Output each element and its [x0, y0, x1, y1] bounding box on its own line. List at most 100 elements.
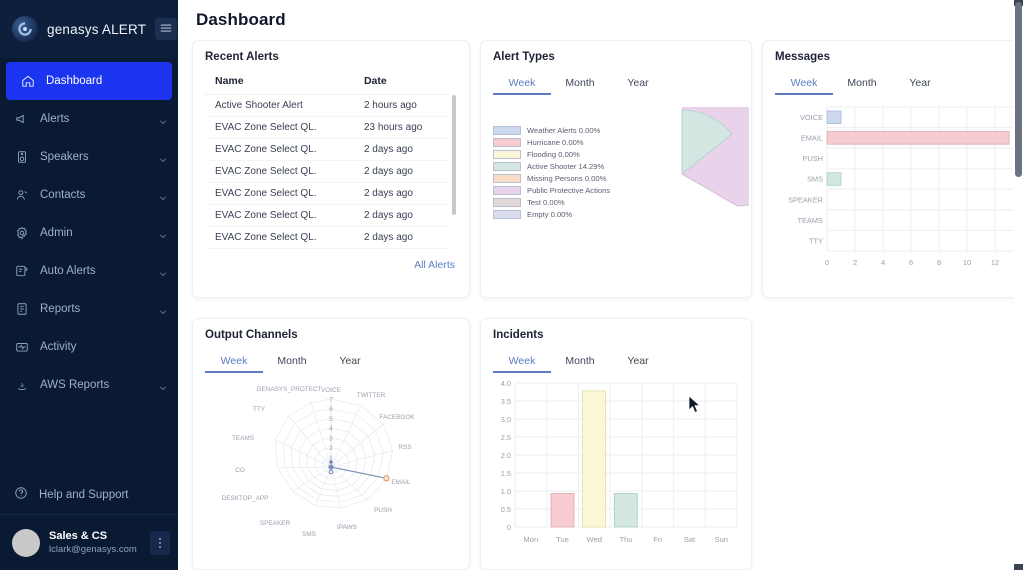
- svg-text:0: 0: [825, 258, 829, 267]
- sidebar-item-dashboard[interactable]: Dashboard: [6, 62, 172, 100]
- table-row[interactable]: Active Shooter Alert 2 hours ago: [205, 94, 449, 117]
- activity-icon: [14, 340, 29, 355]
- pie-chart-svg[interactable]: [615, 107, 749, 241]
- legend-label: Test 0.00%: [527, 198, 565, 207]
- card-alert-types: Alert Types Week Month Year Weather Aler…: [480, 40, 752, 298]
- sidebar-item-speakers[interactable]: Speakers: [0, 138, 178, 176]
- cell-alert-name: EVAC Zone Select QL.: [205, 160, 360, 183]
- card-output-channels: Output Channels Week Month Year 7 6 5 4 …: [192, 318, 470, 570]
- table-row[interactable]: EVAC Zone Select QL. 2 days ago: [205, 138, 449, 161]
- tab-month[interactable]: Month: [263, 351, 321, 373]
- legend-item[interactable]: Weather Alerts 0.00%: [493, 126, 611, 135]
- legend-item[interactable]: Test 0.00%: [493, 198, 611, 207]
- messages-bar-chart-svg[interactable]: VOICE EMAIL PUSH SMS SPEAKER TEAMS TTY 0…: [775, 101, 1024, 276]
- legend-swatch: [493, 198, 521, 207]
- radar-axis-labels: VOICE TWITTER FACEBOOK RSS EMAIL PUSH IP…: [222, 386, 416, 538]
- kebab-menu-icon[interactable]: [150, 530, 170, 555]
- table-row[interactable]: EVAC Zone Select QL. 2 days ago: [205, 226, 449, 249]
- radar-chart-svg[interactable]: 7 6 5 4 3 2 1 0 VOICE TWITTER FACEBOOK R…: [205, 379, 457, 557]
- chevron-down-icon: [158, 266, 168, 277]
- cell-alert-date: 2 days ago: [359, 204, 449, 227]
- svg-text:8: 8: [937, 258, 941, 267]
- alert-types-chart: Weather Alerts 0.00% Hurricane 0.00% Flo…: [493, 107, 749, 241]
- radar-series-line: [330, 466, 387, 479]
- legend-item[interactable]: Empty 0.00%: [493, 210, 611, 219]
- tab-week[interactable]: Week: [493, 73, 551, 95]
- sidebar-item-help-and-support[interactable]: Help and Support: [0, 476, 178, 514]
- tab-week[interactable]: Week: [775, 73, 833, 95]
- svg-text:SMS: SMS: [302, 531, 316, 538]
- legend-swatch: [493, 186, 521, 195]
- alert-types-tabs: Week Month Year: [493, 73, 739, 95]
- sidebar-user-section[interactable]: Sales & CS lclark@genasys.com: [0, 514, 178, 570]
- table-row[interactable]: EVAC Zone Select QL. 2 days ago: [205, 204, 449, 227]
- sidebar-item-admin[interactable]: Admin: [0, 214, 178, 252]
- window-scrollbar[interactable]: [1013, 0, 1024, 570]
- svg-text:2.0: 2.0: [501, 451, 511, 460]
- x-axis-labels: 0 2 4 6 8 10 12 14: [825, 258, 1024, 267]
- svg-text:Fri: Fri: [653, 535, 662, 544]
- cell-alert-date: 2 days ago: [359, 138, 449, 161]
- table-row[interactable]: EVAC Zone Select QL. 2 days ago: [205, 182, 449, 205]
- sidebar-item-label: Alerts: [40, 113, 70, 125]
- tab-year[interactable]: Year: [609, 73, 667, 95]
- bar-voice: [826, 110, 842, 125]
- scroll-down-arrow-icon[interactable]: [1014, 564, 1023, 570]
- sidebar-item-contacts[interactable]: Contacts: [0, 176, 178, 214]
- svg-text:Sun: Sun: [714, 535, 728, 544]
- recent-alerts-table-wrapper: Name Date Active Shooter Alert 2 hours a…: [205, 69, 457, 249]
- cell-alert-date: 2 days ago: [359, 182, 449, 205]
- sidebar-item-activity[interactable]: Activity: [0, 328, 178, 366]
- chevron-down-icon: [158, 152, 168, 163]
- sidebar-item-reports[interactable]: Reports: [0, 290, 178, 328]
- svg-text:6: 6: [329, 406, 333, 413]
- sidebar-item-label: Reports: [40, 303, 81, 315]
- chevron-down-icon: [158, 304, 168, 315]
- cell-alert-date: 2 days ago: [359, 226, 449, 249]
- sidebar-item-auto-alerts[interactable]: Auto Alerts: [0, 252, 178, 290]
- tab-year[interactable]: Year: [609, 351, 667, 373]
- tab-week[interactable]: Week: [493, 351, 551, 373]
- incidents-bar-chart-svg[interactable]: 4.0 3.5 3.0 2.5 2.0 1.5 1.0 0.5 0 Mon Tu…: [493, 379, 739, 557]
- svg-text:a: a: [20, 380, 24, 389]
- pie-chart: [615, 107, 749, 241]
- legend-item[interactable]: Flooding 0.00%: [493, 150, 611, 159]
- sidebar-item-label: AWS Reports: [40, 379, 110, 391]
- legend-label: Hurricane 0.00%: [527, 138, 584, 147]
- sidebar-item-label: Admin: [40, 227, 73, 239]
- sidebar-item-aws-reports[interactable]: a AWS Reports: [0, 366, 178, 404]
- legend-item[interactable]: Active Shooter 14.29%: [493, 162, 611, 171]
- recent-alerts-table: Name Date Active Shooter Alert 2 hours a…: [205, 69, 449, 249]
- chevron-down-icon: [158, 228, 168, 239]
- svg-text:0: 0: [507, 523, 511, 532]
- svg-text:SPEAKER: SPEAKER: [260, 520, 291, 527]
- svg-text:4.0: 4.0: [501, 379, 511, 388]
- scrollbar-thumb[interactable]: [1015, 2, 1022, 177]
- main-content: Dashboard Recent Alerts Name Date Active…: [178, 0, 1024, 570]
- tab-month[interactable]: Month: [833, 73, 891, 95]
- all-alerts-link[interactable]: All Alerts: [205, 249, 457, 271]
- y-axis-labels: VOICE EMAIL PUSH SMS SPEAKER TEAMS TTY: [788, 113, 823, 246]
- menu-toggle-icon[interactable]: [155, 18, 178, 40]
- sidebar-nav: Dashboard Alerts Speakers Contacts Admin…: [0, 58, 178, 404]
- table-scrollbar[interactable]: [452, 95, 456, 215]
- table-row[interactable]: EVAC Zone Select QL. 23 hours ago: [205, 116, 449, 139]
- radar-point-email: [383, 475, 390, 482]
- tab-year[interactable]: Year: [321, 351, 379, 373]
- svg-text:PUSH: PUSH: [802, 154, 823, 163]
- svg-text:TTY: TTY: [253, 406, 266, 413]
- tab-month[interactable]: Month: [551, 351, 609, 373]
- table-row[interactable]: EVAC Zone Select QL. 2 days ago: [205, 160, 449, 183]
- cell-alert-name: EVAC Zone Select QL.: [205, 116, 360, 139]
- card-title: Recent Alerts: [205, 51, 279, 63]
- x-axis-labels: Mon Tue Wed Thu Fri Sat Sun: [523, 535, 728, 544]
- tab-year[interactable]: Year: [891, 73, 949, 95]
- legend-item[interactable]: Public Protective Actions: [493, 186, 611, 195]
- tab-week[interactable]: Week: [205, 351, 263, 373]
- avatar: [12, 528, 40, 557]
- legend-label: Missing Persons 0.00%: [527, 174, 607, 183]
- legend-item[interactable]: Missing Persons 0.00%: [493, 174, 611, 183]
- legend-item[interactable]: Hurricane 0.00%: [493, 138, 611, 147]
- tab-month[interactable]: Month: [551, 73, 609, 95]
- sidebar-item-alerts[interactable]: Alerts: [0, 100, 178, 138]
